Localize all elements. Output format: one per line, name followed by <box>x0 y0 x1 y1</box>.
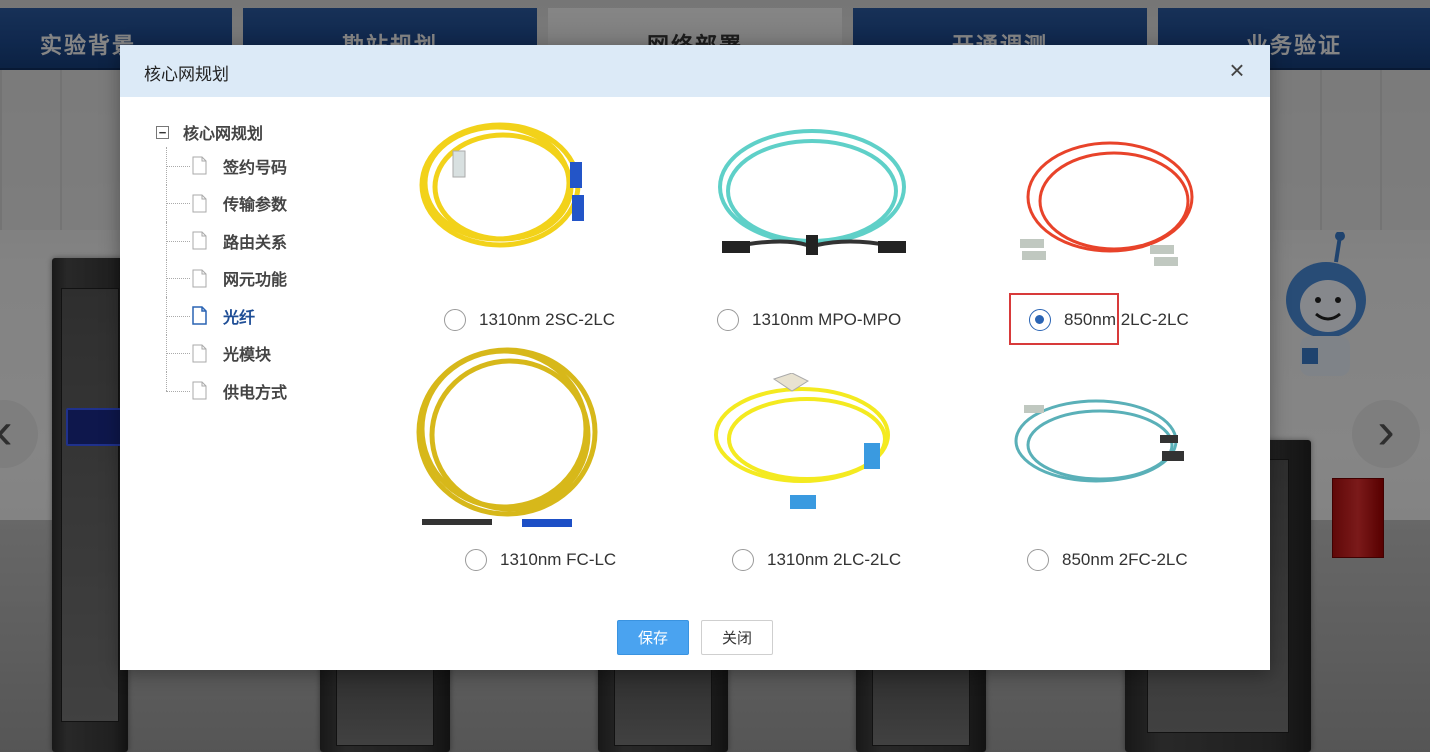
tree-item-fiber[interactable]: 光纤 <box>166 297 386 335</box>
save-button[interactable]: 保存 <box>617 620 689 655</box>
option-1310nm-2sc-2lc[interactable]: 1310nm 2SC-2LC <box>444 306 615 334</box>
core-network-planning-dialog: 核心网规划 × − 核心网规划 签约号码 传输参数 路由关系 网元功能 光纤 光… <box>120 45 1270 670</box>
option-1310nm-2lc-2lc[interactable]: 1310nm 2LC-2LC <box>732 546 901 574</box>
tree-item-label: 签约号码 <box>223 159 288 177</box>
option-label: 1310nm FC-LC <box>500 550 617 569</box>
navigation-tree: − 核心网规划 签约号码 传输参数 路由关系 网元功能 光纤 光模块 供电方式 <box>156 117 386 410</box>
close-button[interactable]: 关闭 <box>701 620 773 655</box>
collapse-icon[interactable]: − <box>156 125 169 139</box>
radio-button-checked[interactable] <box>1029 309 1051 331</box>
tree-item-transmission-params[interactable]: 传输参数 <box>166 184 386 223</box>
fiber-image-aqua-mpo <box>718 129 906 255</box>
option-label: 850nm 2LC-2LC <box>1064 310 1189 329</box>
file-icon <box>192 344 207 363</box>
tree-root[interactable]: − 核心网规划 <box>156 117 386 147</box>
radio-button[interactable] <box>732 549 754 571</box>
radio-button[interactable] <box>444 309 466 331</box>
fiber-image-yellow-sc-lc <box>419 122 584 248</box>
dialog-title: 核心网规划 <box>144 65 229 84</box>
file-icon <box>192 306 207 325</box>
tree-item-label: 网元功能 <box>223 272 288 290</box>
file-icon <box>192 194 207 213</box>
radio-button[interactable] <box>1027 549 1049 571</box>
tree-item-routing[interactable]: 路由关系 <box>166 222 386 260</box>
radio-button[interactable] <box>717 309 739 331</box>
option-1310nm-mpo-mpo[interactable]: 1310nm MPO-MPO <box>717 306 901 334</box>
fiber-image-yellow-fc-lc <box>416 347 598 527</box>
dialog-header: 核心网规划 × <box>120 45 1270 97</box>
option-label: 850nm 2FC-2LC <box>1062 550 1188 569</box>
option-850nm-2fc-2lc[interactable]: 850nm 2FC-2LC <box>1027 546 1188 574</box>
tree-root-label: 核心网规划 <box>183 126 264 143</box>
close-icon[interactable]: × <box>1222 55 1252 85</box>
file-icon <box>192 231 207 250</box>
fiber-image-orange-lc-lc <box>1020 141 1194 266</box>
option-1310nm-fc-lc[interactable]: 1310nm FC-LC <box>465 546 616 574</box>
option-850nm-2lc-2lc[interactable]: 850nm 2LC-2LC <box>1029 306 1189 334</box>
tree-item-ne-functions[interactable]: 网元功能 <box>166 259 386 298</box>
tree-children: 签约号码 传输参数 路由关系 网元功能 光纤 光模块 供电方式 <box>166 147 386 410</box>
tree-item-label: 路由关系 <box>223 234 288 252</box>
tree-item-subscription-number[interactable]: 签约号码 <box>166 147 386 185</box>
option-label: 1310nm 2LC-2LC <box>767 550 902 569</box>
file-icon <box>192 269 207 288</box>
tree-item-optical-module[interactable]: 光模块 <box>166 334 386 373</box>
option-label: 1310nm 2SC-2LC <box>479 310 616 329</box>
option-label: 1310nm MPO-MPO <box>752 310 902 329</box>
tree-item-label: 光模块 <box>223 347 272 365</box>
file-icon <box>192 381 207 400</box>
tree-item-label: 供电方式 <box>223 384 288 402</box>
fiber-image-aqua-fc-lc <box>1014 399 1184 483</box>
radio-button[interactable] <box>465 549 487 571</box>
tree-item-label: 光纤 <box>223 309 256 327</box>
tree-item-label: 传输参数 <box>223 197 288 215</box>
fiber-image-yellow-lc-lc <box>714 373 890 509</box>
tree-item-power-supply[interactable]: 供电方式 <box>166 372 386 410</box>
file-icon <box>192 156 207 175</box>
